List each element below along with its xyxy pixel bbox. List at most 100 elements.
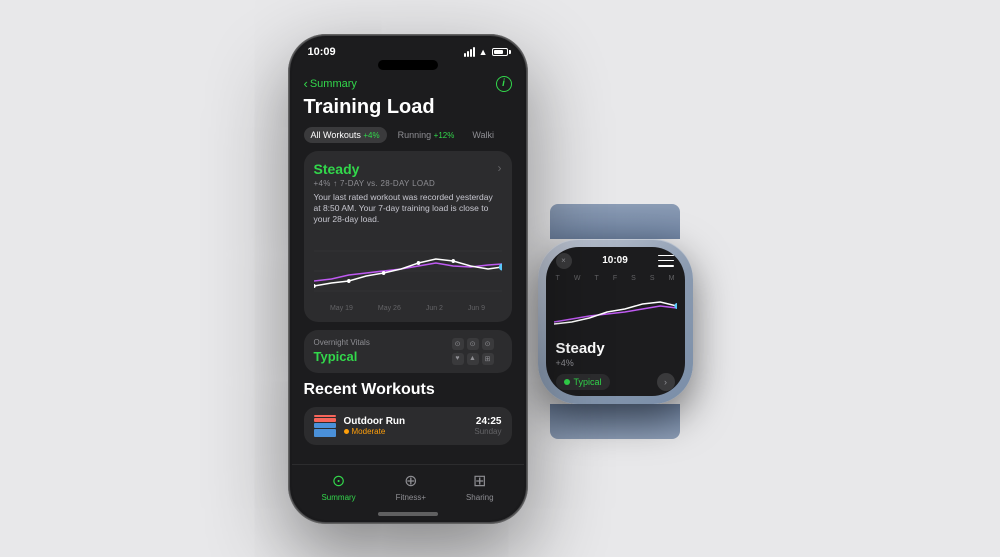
- signal-bar-3: [470, 49, 472, 57]
- signal-bar-2: [467, 51, 469, 57]
- workout-time-info: 24:25 Sunday: [474, 416, 501, 436]
- watch-day-t1: T: [556, 275, 560, 282]
- back-label: Summary: [310, 78, 357, 90]
- bottom-nav: ⊙ Summary ⊕ Fitness+ ⊞ Sharing: [292, 464, 524, 510]
- workout-tabs: All Workouts +4% Running +12% Walki: [304, 127, 512, 143]
- fitness-plus-nav-icon: ⊕: [404, 471, 417, 491]
- phone-screen: 10:09 ▲: [292, 38, 524, 520]
- steady-status-label: Steady: [314, 161, 360, 177]
- watch-typical-row: Typical ›: [556, 373, 675, 391]
- watch-band-bottom: [550, 404, 680, 439]
- workout-day: Sunday: [474, 427, 501, 436]
- chart-svg: [314, 231, 502, 301]
- chart-date-4: Jun 9: [468, 305, 485, 312]
- battery-fill: [494, 50, 504, 54]
- scene: 10:09 ▲: [288, 34, 713, 524]
- watch-status-bar: × 10:09: [546, 247, 685, 271]
- vitals-icon-1: ⊙: [452, 338, 464, 350]
- vitals-value: Typical: [314, 349, 370, 364]
- wifi-icon: ▲: [479, 47, 488, 57]
- sharing-nav-label: Sharing: [466, 493, 494, 502]
- nav-summary[interactable]: ⊙ Summary: [321, 471, 355, 502]
- watch-x-icon: ×: [561, 256, 566, 265]
- vitals-icon-4: ♥: [452, 353, 464, 365]
- nav-fitness-plus[interactable]: ⊕ Fitness+: [396, 471, 426, 502]
- watch-time: 10:09: [602, 255, 628, 266]
- watch-band-top: [550, 204, 680, 239]
- phone-content: ‹ Summary i Training Load All Workouts +…: [292, 76, 524, 464]
- vitals-label: Overnight Vitals: [314, 338, 370, 347]
- watch-menu-button[interactable]: [658, 255, 674, 267]
- recent-workouts-title: Recent Workouts: [304, 381, 512, 399]
- vitals-icon-2: ⊙: [467, 338, 479, 350]
- bar-4: [314, 429, 336, 436]
- watch-body: × 10:09 T W T F S: [538, 239, 693, 404]
- intensity-dot-icon: [344, 429, 349, 434]
- tab-running-badge: +12%: [434, 131, 455, 140]
- watch-day-s1: S: [631, 275, 636, 282]
- watch-training-chart: T W T F S S M: [546, 271, 685, 336]
- workout-intensity: Moderate: [344, 427, 467, 436]
- signal-bars-icon: [464, 47, 475, 57]
- fitness-plus-nav-label: Fitness+: [396, 493, 426, 502]
- back-chevron-icon: ‹: [304, 76, 308, 91]
- watch-typical-dot-icon: [564, 379, 570, 385]
- card-header: Steady ›: [314, 161, 502, 177]
- watch-info: Steady +4% Typical ›: [546, 336, 685, 396]
- phone-status-bar: 10:09 ▲: [292, 38, 524, 60]
- back-button[interactable]: ‹ Summary: [304, 76, 357, 91]
- watch-typical-badge: Typical: [556, 374, 610, 390]
- back-nav: ‹ Summary i: [304, 76, 512, 92]
- bar-3: [314, 423, 336, 429]
- workout-duration: 24:25: [474, 416, 501, 427]
- watch-percent-label: +4%: [556, 358, 675, 368]
- card-chevron-icon: ›: [498, 161, 502, 175]
- workout-name: Outdoor Run: [344, 416, 467, 427]
- training-chart: [314, 231, 502, 301]
- intensity-label: Moderate: [352, 427, 386, 436]
- signal-bar-4: [473, 47, 475, 57]
- tab-all-workouts[interactable]: All Workouts +4%: [304, 127, 387, 143]
- info-icon: i: [502, 78, 505, 89]
- nav-sharing[interactable]: ⊞ Sharing: [466, 471, 494, 502]
- phone: 10:09 ▲: [288, 34, 528, 524]
- tab-walking[interactable]: Walki: [465, 127, 501, 143]
- watch-typical-label: Typical: [574, 377, 602, 387]
- watch-day-f: F: [613, 275, 617, 282]
- vitals-icons: ⊙ ⊙ ⊙ ♥ ▲ ⊞: [452, 338, 502, 365]
- watch-steady-label: Steady: [556, 340, 675, 357]
- chart-date-2: May 26: [378, 305, 401, 312]
- watch-day-s2: S: [650, 275, 655, 282]
- chart-dates: May 19 May 26 Jun 2 Jun 9: [314, 305, 502, 312]
- workout-info: Outdoor Run Moderate: [344, 416, 467, 436]
- menu-line-2: [658, 260, 674, 262]
- tab-all-workouts-badge: +4%: [363, 131, 379, 140]
- workout-type-icon: [314, 415, 336, 437]
- tab-all-workouts-label: All Workouts: [311, 130, 361, 140]
- signal-bar-1: [464, 53, 466, 57]
- watch-chart-days: T W T F S S M: [554, 275, 677, 282]
- load-subtitle: +4% ↑ 7-DAY vs. 28-DAY LOAD: [314, 179, 502, 188]
- tab-running[interactable]: Running +12%: [391, 127, 462, 143]
- watch-screen: × 10:09 T W T F S: [546, 247, 685, 396]
- vitals-icon-6: ⊞: [482, 353, 494, 365]
- vitals-icon-5: ▲: [467, 353, 479, 365]
- status-icons: ▲: [464, 47, 508, 57]
- vitals-text: Overnight Vitals Typical: [314, 338, 370, 364]
- page-title: Training Load: [304, 96, 512, 119]
- chart-date-3: Jun 2: [426, 305, 443, 312]
- info-button[interactable]: i: [496, 76, 512, 92]
- workout-item[interactable]: Outdoor Run Moderate 24:25 Sunday: [304, 407, 512, 445]
- load-description: Your last rated workout was recorded yes…: [314, 192, 502, 225]
- watch-day-w: W: [574, 275, 581, 282]
- watch-chart-svg: [554, 284, 677, 329]
- watch-close-button[interactable]: ×: [556, 253, 572, 269]
- bar-1: [314, 415, 336, 417]
- watch-arrow-button[interactable]: ›: [657, 373, 675, 391]
- watch-day-t2: T: [594, 275, 598, 282]
- tab-walking-label: Walki: [472, 130, 494, 140]
- training-load-card: Steady › +4% ↑ 7-DAY vs. 28-DAY LOAD You…: [304, 151, 512, 322]
- summary-nav-icon: ⊙: [332, 471, 345, 491]
- battery-icon: [492, 48, 508, 56]
- chart-date-1: May 19: [330, 305, 353, 312]
